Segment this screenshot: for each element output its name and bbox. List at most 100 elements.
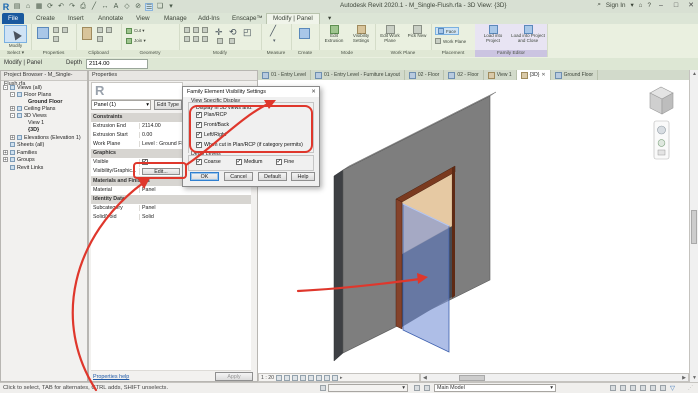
measure-icon-big[interactable]: ╱: [270, 26, 276, 37]
sync-icon[interactable]: ⟳: [46, 3, 54, 11]
revit-logo[interactable]: R: [2, 2, 10, 11]
scroll-up-icon[interactable]: ▲: [692, 71, 697, 77]
tab-view[interactable]: View: [130, 13, 156, 24]
visual-style-icon[interactable]: [283, 374, 290, 381]
type-selector[interactable]: Panel (1) ▾: [91, 100, 151, 110]
tab-caret-icon[interactable]: ▾: [322, 13, 337, 24]
close-hidden-windows-icon[interactable]: ❏: [156, 3, 164, 11]
cut-clipboard-icon[interactable]: [106, 27, 112, 33]
visibility-settings-button[interactable]: Visibility Settings: [348, 25, 374, 43]
select-by-face-icon[interactable]: [650, 385, 656, 391]
load-into-project-button[interactable]: Load into Project: [477, 25, 509, 43]
redo-icon[interactable]: ↷: [68, 3, 76, 11]
default-3d-view-icon[interactable]: ◇: [123, 3, 131, 11]
worksets-icon[interactable]: [320, 385, 326, 391]
thin-lines-icon[interactable]: ☰: [145, 2, 153, 11]
drag-on-selection-icon[interactable]: [660, 385, 666, 391]
resize-grip[interactable]: ⋰: [688, 385, 693, 391]
join-geometry-button[interactable]: Join ▾: [126, 38, 146, 44]
tab-annotate[interactable]: Annotate: [92, 13, 129, 24]
checkbox-fine[interactable]: Fine: [276, 158, 294, 165]
crop-view-icon[interactable]: [307, 374, 314, 381]
save-icon[interactable]: ▦: [35, 3, 43, 11]
tree-elevations[interactable]: + Elevations (Elevation 1): [10, 134, 81, 141]
checkbox-when-cut[interactable]: When cut in Plan/RCP (if category permit…: [196, 141, 303, 148]
paste-icon[interactable]: [82, 27, 92, 40]
select-pinned-icon[interactable]: [640, 385, 646, 391]
view-tab-furniture-layout[interactable]: 01 - Entry Level - Furniture Layout: [311, 70, 405, 80]
undo-icon[interactable]: ↶: [57, 3, 65, 11]
placement-work-plane-button[interactable]: Work Plane: [435, 38, 466, 44]
tree-groups[interactable]: + Groups: [3, 156, 35, 163]
dialog-close-icon[interactable]: ✕: [309, 88, 318, 96]
app-store-icon[interactable]: ⌂: [639, 2, 643, 9]
pick-new-work-plane-button[interactable]: Pick New: [404, 25, 430, 39]
text-icon[interactable]: A: [112, 3, 120, 11]
file-menu-icon[interactable]: ▤: [13, 3, 21, 11]
design-option-dropdown[interactable]: Main Model ▾: [434, 384, 556, 392]
navigation-bar[interactable]: [653, 120, 670, 160]
properties-palette-icon[interactable]: [37, 27, 49, 39]
load-into-project-close-button[interactable]: Load into Project and Close: [511, 25, 545, 43]
dimension-icon[interactable]: ↔: [101, 3, 109, 11]
tree-sheets[interactable]: Sheets (all): [3, 141, 44, 148]
edit-work-plane-button[interactable]: Edit Work Plane: [377, 25, 403, 43]
dialog-ok-button[interactable]: OK: [190, 172, 219, 181]
scroll-right-icon[interactable]: ▶: [682, 375, 686, 381]
sign-in-button[interactable]: Sign In: [606, 2, 626, 9]
door-frame-right-jamb[interactable]: [452, 166, 455, 298]
panel-select-label[interactable]: Select ▾: [0, 50, 31, 57]
tree-revit-links[interactable]: Revit Links: [3, 164, 43, 171]
reveal-hidden-icon[interactable]: [331, 374, 338, 381]
modify-tool-button[interactable]: [4, 25, 27, 43]
checkbox-front-back[interactable]: Front/Back: [196, 121, 229, 128]
type-properties-icon[interactable]: [53, 36, 59, 42]
view-tab-02-floor[interactable]: 02 - Floor: [405, 70, 445, 80]
detail-level-icon[interactable]: [275, 374, 282, 381]
checkbox-plan-rcp[interactable]: Plan/RCP: [196, 111, 227, 118]
shadows-icon[interactable]: [299, 374, 306, 381]
tab-manage[interactable]: Manage: [158, 13, 193, 24]
properties-header[interactable]: Properties: [89, 71, 257, 81]
visible-checkbox[interactable]: [142, 159, 148, 165]
scale-icon[interactable]: ◰: [243, 27, 252, 38]
offset-icon[interactable]: [193, 27, 199, 33]
tree-3d[interactable]: {3D}: [21, 126, 39, 133]
checkbox-coarse[interactable]: Coarse: [196, 158, 221, 165]
trim-icon[interactable]: [184, 36, 190, 42]
view-tab-3d[interactable]: {3D} ✕: [516, 70, 551, 80]
tree-view-1[interactable]: View 1: [21, 119, 44, 126]
customize-qat-icon[interactable]: ▾: [167, 3, 175, 11]
dialog-help-button[interactable]: Help: [291, 172, 315, 181]
edit-in-place-icon[interactable]: [620, 385, 626, 391]
tree-families[interactable]: + Families: [3, 149, 37, 156]
tree-3d-views[interactable]: -3D Views: [10, 112, 47, 119]
tab-enscape[interactable]: Enscape™: [226, 13, 269, 24]
split-icon[interactable]: [193, 36, 199, 42]
section-icon[interactable]: ⊘: [134, 3, 142, 11]
close-button[interactable]: ✕: [686, 1, 696, 9]
help-button[interactable]: ?: [647, 2, 651, 9]
show-crop-icon[interactable]: [315, 374, 322, 381]
search-icon[interactable]: ⌕: [597, 1, 601, 9]
family-category-icon[interactable]: [62, 27, 68, 33]
tree-ceiling-plans[interactable]: + Ceiling Plans: [10, 105, 55, 112]
print-icon[interactable]: ⎙: [79, 3, 87, 11]
open-icon[interactable]: ⌂: [24, 3, 32, 11]
tree-ground-floor[interactable]: Ground Floor: [21, 98, 62, 105]
cut-geometry-button[interactable]: Cut ▾: [126, 28, 145, 34]
editable-only-icon[interactable]: [414, 385, 420, 391]
dialog-cancel-button[interactable]: Cancel: [224, 172, 253, 181]
tree-views-all[interactable]: - Views (all): [3, 84, 42, 91]
sun-path-icon[interactable]: [291, 374, 298, 381]
array-icon[interactable]: [202, 36, 208, 42]
filter-icon[interactable]: ▽: [670, 384, 675, 392]
exclude-options-icon[interactable]: [610, 385, 616, 391]
type-preview[interactable]: R: [91, 82, 183, 100]
scroll-left-icon[interactable]: ◀: [423, 375, 427, 381]
project-browser-header[interactable]: Project Browser - M_Single-Flush.rfa: [1, 71, 87, 87]
scale-button[interactable]: 1 : 20: [261, 375, 274, 381]
align-icon[interactable]: [184, 27, 190, 33]
delete-icon[interactable]: [229, 38, 235, 44]
measure-icon[interactable]: ╱: [90, 3, 98, 11]
